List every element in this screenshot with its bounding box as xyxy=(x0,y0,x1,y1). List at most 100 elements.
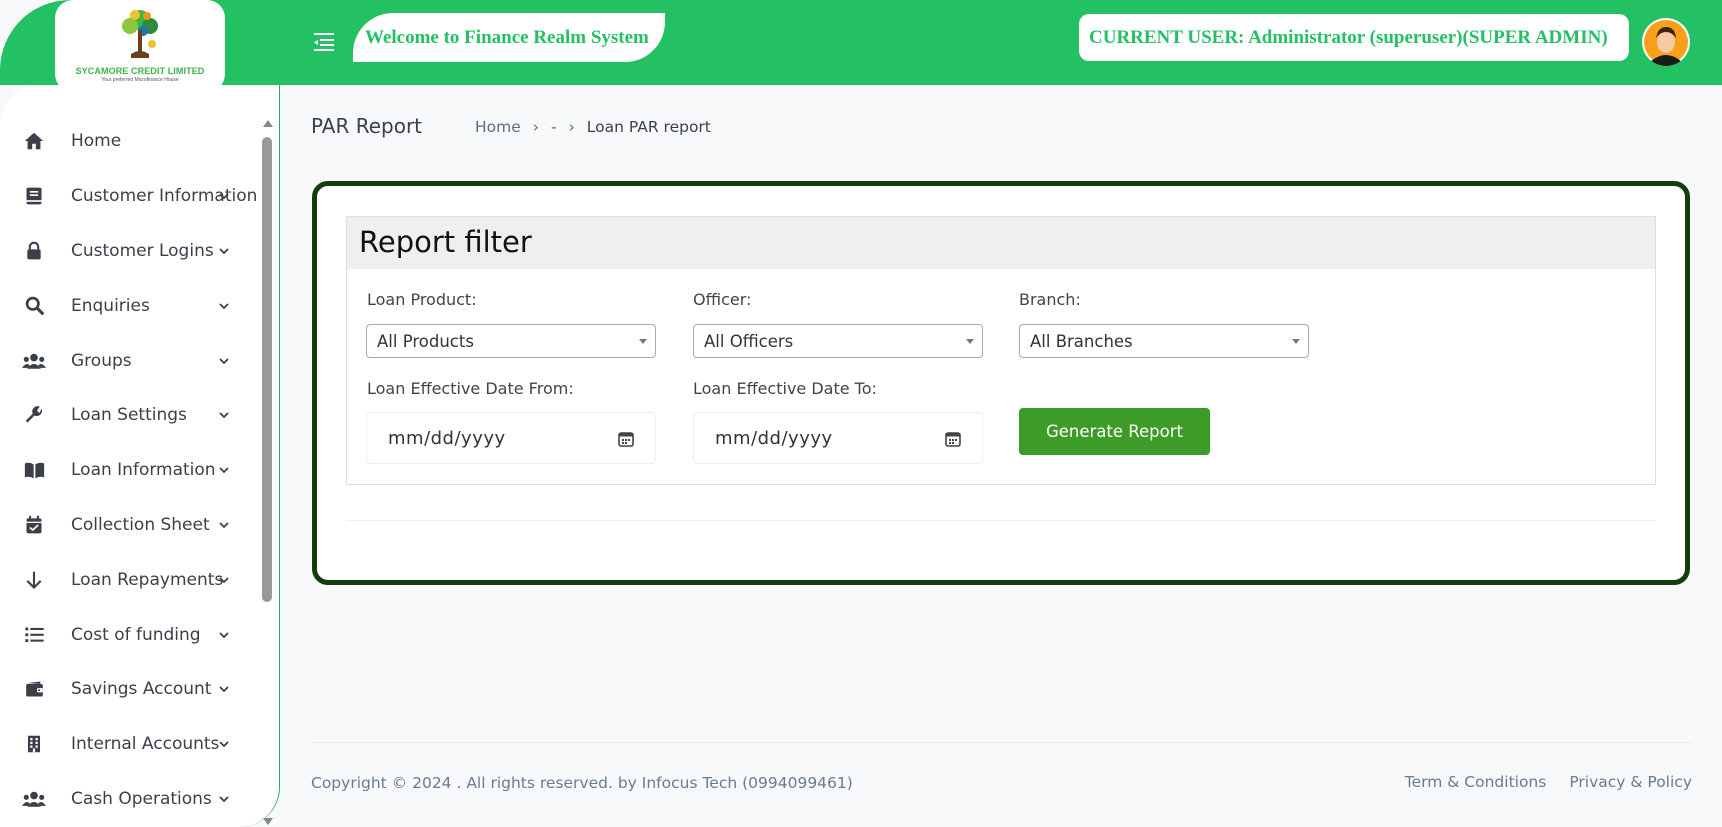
list-icon xyxy=(22,623,46,647)
sidebar-item-label: Collection Sheet xyxy=(71,514,210,535)
branch-value: All Branches xyxy=(1030,331,1133,351)
branch-select[interactable]: All Branches xyxy=(1019,324,1309,358)
sidebar-item-label: Cost of funding xyxy=(71,624,201,645)
sidebar-item-label: Savings Account xyxy=(71,679,212,700)
breadcrumb: Home › - › Loan PAR report xyxy=(475,118,711,136)
scroll-up-arrow-icon[interactable] xyxy=(262,118,274,128)
sidebar-item-label: Internal Accounts xyxy=(71,734,220,755)
chevron-down-icon xyxy=(219,577,229,584)
footer-divider xyxy=(311,742,1691,743)
generate-report-button[interactable]: Generate Report xyxy=(1019,408,1210,455)
chevron-down-icon xyxy=(219,357,229,364)
company-name: SYCAMORE CREDIT LIMITED xyxy=(75,66,205,76)
company-tagline: Your preferred Microfinance House xyxy=(101,77,179,83)
scroll-down-arrow-icon[interactable] xyxy=(262,817,274,827)
loan-product-label: Loan Product: xyxy=(367,290,477,309)
privacy-link[interactable]: Privacy & Policy xyxy=(1569,773,1692,791)
sidebar-item-label: Loan Information xyxy=(71,460,216,481)
officer-select[interactable]: All Officers xyxy=(693,324,983,358)
sidebar-item-customer-information[interactable]: Customer Information xyxy=(0,169,258,224)
chevron-down-icon xyxy=(219,522,229,529)
sidebar-item-loan-settings[interactable]: Loan Settings xyxy=(0,388,258,443)
wrench-icon xyxy=(22,403,46,427)
sidebar-item-label: Loan Repayments xyxy=(71,569,224,590)
sidebar-item-label: Groups xyxy=(71,350,132,371)
filter-title: Report filter xyxy=(359,225,532,259)
officer-label: Officer: xyxy=(693,290,752,309)
sidebar-item-label: Customer Logins xyxy=(71,240,214,261)
breadcrumb-middle: - xyxy=(550,118,557,136)
wallet-icon xyxy=(22,677,46,701)
open-book-icon xyxy=(22,458,46,482)
lock-icon xyxy=(22,239,46,263)
sidebar-item-label: Loan Settings xyxy=(71,405,187,426)
user-avatar[interactable] xyxy=(1642,18,1690,66)
date-to-placeholder: mm/dd/yyyy xyxy=(715,427,833,449)
branch-label: Branch: xyxy=(1019,290,1081,309)
chevron-down-icon xyxy=(219,796,229,803)
copyright-text: Copyright © 2024 . All rights reserved. … xyxy=(311,774,853,792)
breadcrumb-home-link[interactable]: Home xyxy=(475,118,521,136)
filter-header: Report filter xyxy=(347,217,1655,269)
arrow-down-icon xyxy=(22,568,46,592)
sidebar-item-enquiries[interactable]: Enquiries xyxy=(0,278,258,333)
sidebar-item-label: Enquiries xyxy=(71,295,150,316)
users-icon xyxy=(22,349,46,373)
officer-value: All Officers xyxy=(704,331,794,351)
breadcrumb-separator-icon: › xyxy=(532,118,539,136)
date-from-label: Loan Effective Date From: xyxy=(367,379,574,398)
sidebar-item-cash-operations[interactable]: Cash Operations xyxy=(0,772,258,827)
scrollbar-thumb[interactable] xyxy=(262,137,272,602)
page-title: PAR Report xyxy=(311,114,423,138)
card-divider xyxy=(346,520,1656,521)
calendar-check-icon xyxy=(22,513,46,537)
sidebar-item-label: Cash Operations xyxy=(71,788,212,809)
sidebar-scrollbar[interactable] xyxy=(259,115,276,827)
sidebar-item-loan-repayments[interactable]: Loan Repayments xyxy=(0,552,258,607)
sidebar-item-cost-of-funding[interactable]: Cost of funding xyxy=(0,607,258,662)
date-to-label: Loan Effective Date To: xyxy=(693,379,877,398)
users-icon xyxy=(22,787,46,811)
loan-product-value: All Products xyxy=(377,331,474,351)
company-logo[interactable]: SYCAMORE CREDIT LIMITED Your preferred M… xyxy=(55,0,225,92)
home-icon xyxy=(22,129,46,153)
tree-logo-icon xyxy=(122,10,158,58)
sidebar-item-loan-information[interactable]: Loan Information xyxy=(0,443,258,498)
chevron-down-icon xyxy=(219,631,229,638)
dropdown-arrow-icon xyxy=(966,339,974,344)
calendar-icon[interactable] xyxy=(944,430,962,448)
breadcrumb-current: Loan PAR report xyxy=(586,118,711,136)
chevron-down-icon xyxy=(219,303,229,310)
sidebar-item-internal-accounts[interactable]: Internal Accounts xyxy=(0,717,258,772)
welcome-banner: Welcome to Finance Realm System xyxy=(353,13,665,62)
sidebar-item-groups[interactable]: Groups xyxy=(0,333,258,388)
avatar-icon xyxy=(1644,20,1688,66)
sidebar-item-home[interactable]: Home xyxy=(0,114,258,169)
search-icon xyxy=(22,294,46,318)
dropdown-arrow-icon xyxy=(639,339,647,344)
calendar-icon[interactable] xyxy=(617,430,635,448)
current-user-badge: CURRENT USER: Administrator (superuser)(… xyxy=(1079,14,1629,61)
chevron-down-icon xyxy=(219,741,229,748)
book-icon xyxy=(22,184,46,208)
sidebar-item-collection-sheet[interactable]: Collection Sheet xyxy=(0,498,258,553)
sidebar-item-customer-logins[interactable]: Customer Logins xyxy=(0,224,258,279)
sidebar-nav: Home Customer Information Customer Login… xyxy=(0,114,258,826)
terms-link[interactable]: Term & Conditions xyxy=(1405,773,1547,791)
chevron-down-icon xyxy=(219,193,229,200)
chevron-down-icon xyxy=(219,412,229,419)
chevron-down-icon xyxy=(219,467,229,474)
footer-links: Term & Conditions Privacy & Policy xyxy=(1405,773,1692,791)
sidebar: Home Customer Information Customer Login… xyxy=(0,85,280,827)
menu-toggle-icon[interactable] xyxy=(312,30,336,52)
date-from-input[interactable]: mm/dd/yyyy xyxy=(366,412,656,464)
loan-product-select[interactable]: All Products xyxy=(366,324,656,358)
building-icon xyxy=(22,732,46,756)
sidebar-item-label: Home xyxy=(71,131,122,152)
chevron-down-icon xyxy=(219,686,229,693)
dropdown-arrow-icon xyxy=(1292,339,1300,344)
chevron-down-icon xyxy=(219,248,229,255)
date-to-input[interactable]: mm/dd/yyyy xyxy=(693,412,983,464)
sidebar-item-savings-account[interactable]: Savings Account xyxy=(0,662,258,717)
date-from-placeholder: mm/dd/yyyy xyxy=(388,427,506,449)
